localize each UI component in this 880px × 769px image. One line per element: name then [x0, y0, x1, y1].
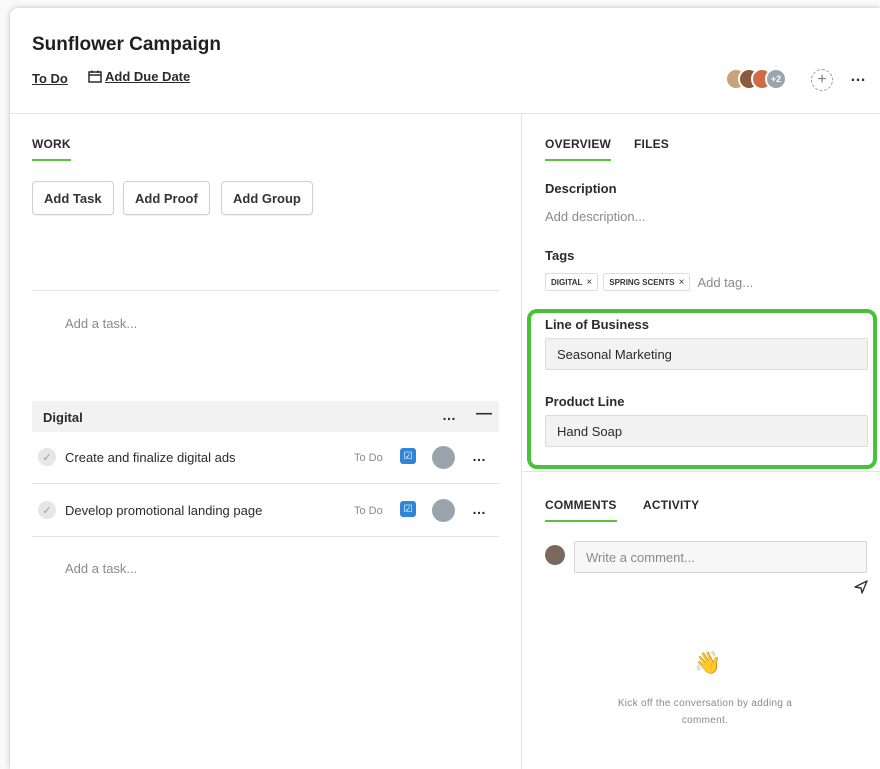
- line-of-business-field[interactable]: Seasonal Marketing: [545, 338, 868, 370]
- tab-overview[interactable]: OVERVIEW: [545, 137, 612, 161]
- description-input[interactable]: Add description...: [545, 209, 645, 224]
- task-row[interactable]: ✓ Create and finalize digital ads To Do …: [32, 432, 499, 484]
- product-line-label: Product Line: [545, 394, 625, 409]
- project-header: Sunflower Campaign To Do Add Due Date +2…: [10, 8, 880, 114]
- task-more-icon[interactable]: …: [472, 501, 486, 517]
- task-type-icon[interactable]: ☑: [400, 501, 416, 517]
- tags-label: Tags: [545, 248, 575, 263]
- extra-members-badge[interactable]: +2: [765, 68, 787, 90]
- tag-label: DIGITAL: [551, 277, 583, 287]
- group-name: Digital: [43, 410, 83, 425]
- add-group-button[interactable]: Add Group: [221, 181, 313, 215]
- task-row[interactable]: ✓ Develop promotional landing page To Do…: [32, 485, 499, 537]
- add-task-input[interactable]: Add a task...: [65, 561, 137, 576]
- add-due-date-label: Add Due Date: [105, 69, 191, 84]
- empty-comments-text: Kick off the conversation by adding a co…: [617, 698, 793, 726]
- send-icon[interactable]: [854, 580, 868, 594]
- add-member-button[interactable]: +: [811, 69, 833, 91]
- checkmark-icon[interactable]: ✓: [38, 501, 56, 519]
- group-collapse-icon[interactable]: —: [476, 405, 492, 423]
- divider: [523, 471, 880, 472]
- project-title: Sunflower Campaign: [32, 34, 221, 55]
- tag-chip[interactable]: SPRING SCENTS ×: [603, 273, 691, 291]
- remove-tag-icon[interactable]: ×: [586, 277, 592, 288]
- add-proof-button[interactable]: Add Proof: [123, 181, 210, 215]
- product-line-field[interactable]: Hand Soap: [545, 415, 868, 447]
- waving-hand-icon: 👋: [694, 650, 722, 675]
- tab-work[interactable]: WORK: [32, 137, 71, 161]
- divider: [32, 290, 499, 291]
- assignee-avatar[interactable]: [432, 499, 455, 522]
- task-type-icon[interactable]: ☑: [400, 448, 416, 464]
- task-status[interactable]: To Do: [354, 505, 383, 517]
- task-status[interactable]: To Do: [354, 452, 383, 464]
- project-window: Sunflower Campaign To Do Add Due Date +2…: [10, 8, 880, 769]
- tab-activity[interactable]: ACTIVITY: [643, 498, 699, 520]
- task-name[interactable]: Develop promotional landing page: [65, 503, 262, 518]
- line-of-business-label: Line of Business: [545, 317, 650, 332]
- avatar: [545, 545, 565, 565]
- more-options-icon[interactable]: …: [850, 68, 867, 86]
- group-more-icon[interactable]: …: [442, 407, 456, 423]
- task-more-icon[interactable]: …: [472, 448, 486, 464]
- comment-input[interactable]: Write a comment...: [574, 541, 867, 573]
- add-task-button[interactable]: Add Task: [32, 181, 114, 215]
- remove-tag-icon[interactable]: ×: [679, 277, 685, 288]
- status-link[interactable]: To Do: [32, 71, 68, 86]
- add-task-input[interactable]: Add a task...: [65, 316, 137, 331]
- group-header: Digital … —: [32, 401, 499, 432]
- work-panel: WORK Add Task Add Proof Add Group Add a …: [10, 114, 522, 769]
- assignee-avatar[interactable]: [432, 446, 455, 469]
- checkmark-icon[interactable]: ✓: [38, 448, 56, 466]
- task-name[interactable]: Create and finalize digital ads: [65, 450, 236, 465]
- add-due-date-link[interactable]: Add Due Date: [88, 69, 190, 84]
- description-label: Description: [545, 181, 617, 196]
- tab-files[interactable]: FILES: [634, 137, 669, 159]
- tag-label: SPRING SCENTS: [609, 277, 675, 287]
- tags-list: DIGITAL × SPRING SCENTS × Add tag...: [545, 273, 753, 291]
- tab-comments[interactable]: COMMENTS: [545, 498, 617, 522]
- tag-chip[interactable]: DIGITAL ×: [545, 273, 599, 291]
- add-tag-input[interactable]: Add tag...: [697, 275, 753, 290]
- calendar-icon: [88, 70, 102, 83]
